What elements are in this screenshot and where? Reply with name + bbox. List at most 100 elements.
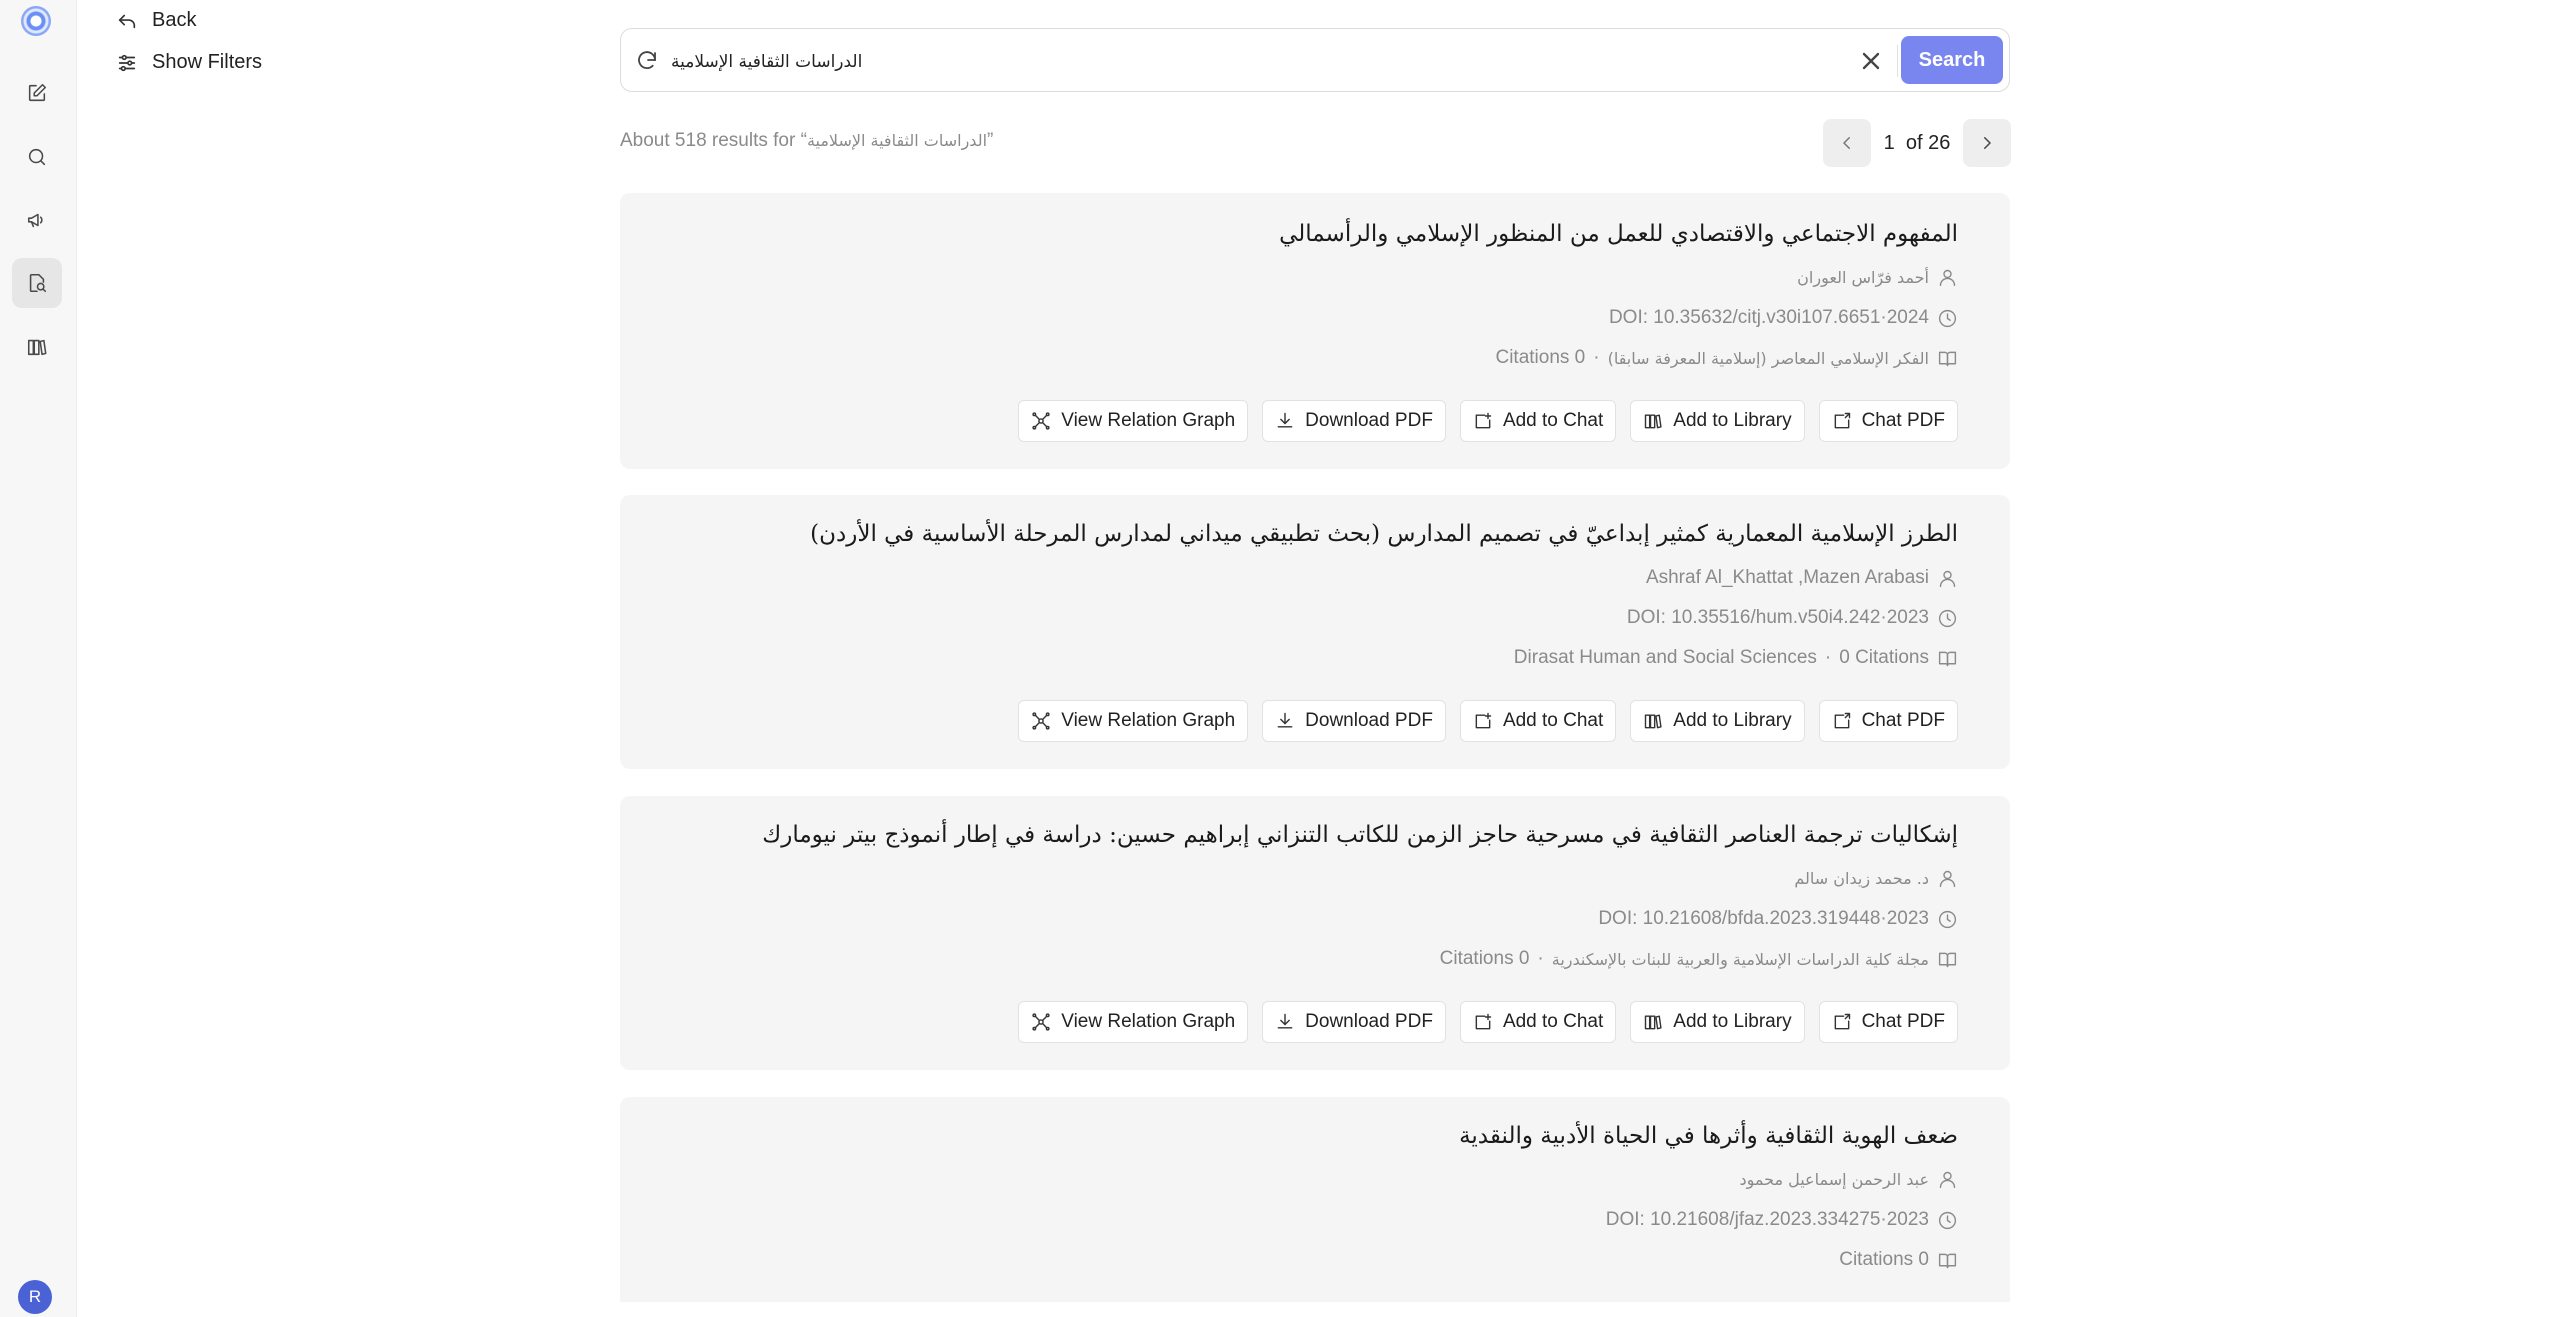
result-title[interactable]: إشكاليات ترجمة العناصر الثقافية في مسرحي… (762, 822, 1958, 848)
library-icon (1645, 714, 1662, 729)
results-summary-suffix: ” (987, 130, 994, 151)
authors-text: د. محمد زيدان سالم (1794, 869, 1929, 888)
journal-text: مجلة كلية الدراسات الإسلامية والعربية لل… (1551, 949, 1929, 969)
download-icon (1277, 712, 1293, 728)
journal-text: الفكر الإسلامي المعاصر (إسلامية المعرفة … (1607, 348, 1929, 368)
chat-pdf-icon (1834, 412, 1850, 429)
meta-separator: · (1537, 948, 1544, 969)
view-relation-graph-button[interactable]: View Relation Graph (1018, 700, 1249, 742)
user-icon (1939, 870, 1956, 888)
doi-text[interactable]: DOI: 10.21608/jfaz.2023.334275·2023 (1606, 1209, 1929, 1231)
view-relation-graph-button[interactable]: View Relation Graph (1018, 400, 1249, 442)
add-to-chat-label: Add to Chat (1502, 710, 1604, 731)
result-journal: Citations 0 (1839, 1249, 1958, 1271)
result-doi: DOI: 10.35516/hum.v50i4.242·2023 (1627, 607, 1958, 629)
chat-pdf-label: Chat PDF (1861, 710, 1945, 731)
chevron-right-icon (1984, 137, 1991, 149)
doi-text[interactable]: DOI: 10.21608/bfda.2023.319448·2023 (1598, 908, 1929, 930)
add-to-library-button[interactable]: Add to Library (1630, 700, 1805, 742)
download-pdf-button[interactable]: Download PDF (1262, 700, 1446, 742)
chat-pdf-button[interactable]: Chat PDF (1818, 400, 1958, 442)
page-indicator: 1 of 26 (1871, 132, 1963, 155)
book-icon (1938, 1253, 1957, 1268)
results-summary-query: الدراسات الثقافية الإسلامية (806, 131, 988, 150)
result-title[interactable]: ضعف الهوية الثقافية وأثرها في الحياة الأ… (1459, 1123, 1958, 1149)
new-note-icon[interactable] (12, 68, 62, 118)
back-label: Back (152, 9, 197, 31)
download-pdf-button[interactable]: Download PDF (1262, 1001, 1446, 1043)
meta-separator: · (1593, 347, 1600, 368)
view-relation-graph-label: View Relation Graph (1061, 1011, 1236, 1032)
result-title[interactable]: المفهوم الاجتماعي والاقتصادي للعمل من ال… (1279, 221, 1958, 247)
doi-text[interactable]: DOI: 10.35516/hum.v50i4.242·2023 (1627, 607, 1929, 629)
user-icon (1939, 1171, 1956, 1189)
filter-sliders-icon (118, 54, 136, 71)
result-doi: DOI: 10.21608/jfaz.2023.334275·2023 (1606, 1209, 1958, 1231)
page-of-label: of (1905, 131, 1923, 154)
view-relation-graph-button[interactable]: View Relation Graph (1018, 1001, 1249, 1043)
chevron-left-icon (1843, 137, 1850, 149)
result-journal: Dirasat Human and Social Sciences · 0 Ci… (1514, 647, 1958, 669)
download-pdf-label: Download PDF (1305, 1011, 1433, 1032)
result-authors: Ashraf Al_Khattat ,Mazen Arabasi (1646, 567, 1958, 589)
authors-text: عبد الرحمن إسماعيل محمود (1739, 1170, 1929, 1189)
megaphone-icon[interactable] (12, 195, 62, 245)
download-icon (1277, 412, 1293, 428)
search-divider (1897, 45, 1898, 77)
next-page-button[interactable] (1963, 119, 2011, 167)
library-icon (1645, 1015, 1662, 1030)
meta-separator: · (1824, 647, 1832, 668)
pagination: 1 of 26 (1823, 119, 2011, 167)
search-input[interactable] (669, 41, 1673, 83)
chat-pdf-label: Chat PDF (1861, 410, 1945, 431)
download-pdf-button[interactable]: Download PDF (1262, 400, 1446, 442)
add-to-chat-button[interactable]: Add to Chat (1459, 1001, 1617, 1043)
search-button[interactable]: Search (1901, 36, 2003, 84)
authors-text: Ashraf Al_Khattat ,Mazen Arabasi (1645, 567, 1929, 588)
download-pdf-label: Download PDF (1305, 710, 1433, 731)
add-to-library-label: Add to Library (1673, 1011, 1792, 1032)
results-summary: About 518 results for “الدراسات الثقافية… (620, 130, 993, 152)
app-logo-icon[interactable] (21, 6, 51, 36)
result-doi: DOI: 10.21608/bfda.2023.319448·2023 (1598, 908, 1958, 930)
add-to-chat-button[interactable]: Add to Chat (1459, 400, 1617, 442)
graph-icon (1032, 712, 1050, 730)
result-title[interactable]: الطرز الإسلامية المعمارية كمثير إبداعيّ … (810, 521, 1958, 547)
citations-text: Citations 0 (1839, 1249, 1929, 1270)
total-pages: 26 (1928, 131, 1951, 154)
library-icon[interactable] (12, 322, 62, 372)
doi-text[interactable]: DOI: 10.35632/citj.v30i107.6651·2024 (1609, 307, 1929, 329)
back-link[interactable]: Back (116, 9, 196, 32)
left-rail: R (0, 0, 77, 1317)
chat-pdf-label: Chat PDF (1861, 1011, 1945, 1032)
result-actions: View Relation Graph Download PDF Add to … (1018, 700, 1958, 742)
chat-pdf-button[interactable]: Chat PDF (1818, 1001, 1958, 1043)
add-to-chat-button[interactable]: Add to Chat (1459, 700, 1617, 742)
add-chat-icon (1475, 712, 1492, 729)
add-to-library-button[interactable]: Add to Library (1630, 1001, 1805, 1043)
book-icon (1938, 351, 1957, 366)
book-icon (1938, 651, 1957, 666)
result-card: إشكاليات ترجمة العناصر الثقافية في مسرحي… (620, 796, 2010, 1070)
chat-pdf-button[interactable]: Chat PDF (1818, 700, 1958, 742)
clock-icon (1938, 1211, 1957, 1229)
paper-search-icon[interactable] (12, 258, 62, 308)
results-summary-prefix: About 518 results for “ (620, 130, 807, 151)
prev-page-button[interactable] (1823, 119, 1871, 167)
add-to-library-button[interactable]: Add to Library (1630, 400, 1805, 442)
user-icon (1939, 269, 1956, 287)
current-page: 1 (1883, 131, 1895, 154)
result-card: ضعف الهوية الثقافية وأثرها في الحياة الأ… (620, 1097, 2010, 1302)
user-icon (1939, 570, 1956, 587)
clear-search-icon[interactable] (1857, 47, 1885, 75)
user-avatar[interactable]: R (18, 1280, 52, 1314)
add-chat-icon (1475, 1013, 1492, 1030)
result-card: الطرز الإسلامية المعمارية كمثير إبداعيّ … (620, 495, 2010, 769)
search-icon[interactable] (12, 132, 62, 182)
clock-icon (1938, 609, 1957, 627)
add-to-chat-label: Add to Chat (1502, 1011, 1604, 1032)
view-relation-graph-label: View Relation Graph (1061, 710, 1236, 731)
show-filters-button[interactable]: Show Filters (116, 51, 262, 74)
chat-pdf-icon (1834, 712, 1850, 729)
result-authors: عبد الرحمن إسماعيل محمود (1739, 1169, 1958, 1190)
